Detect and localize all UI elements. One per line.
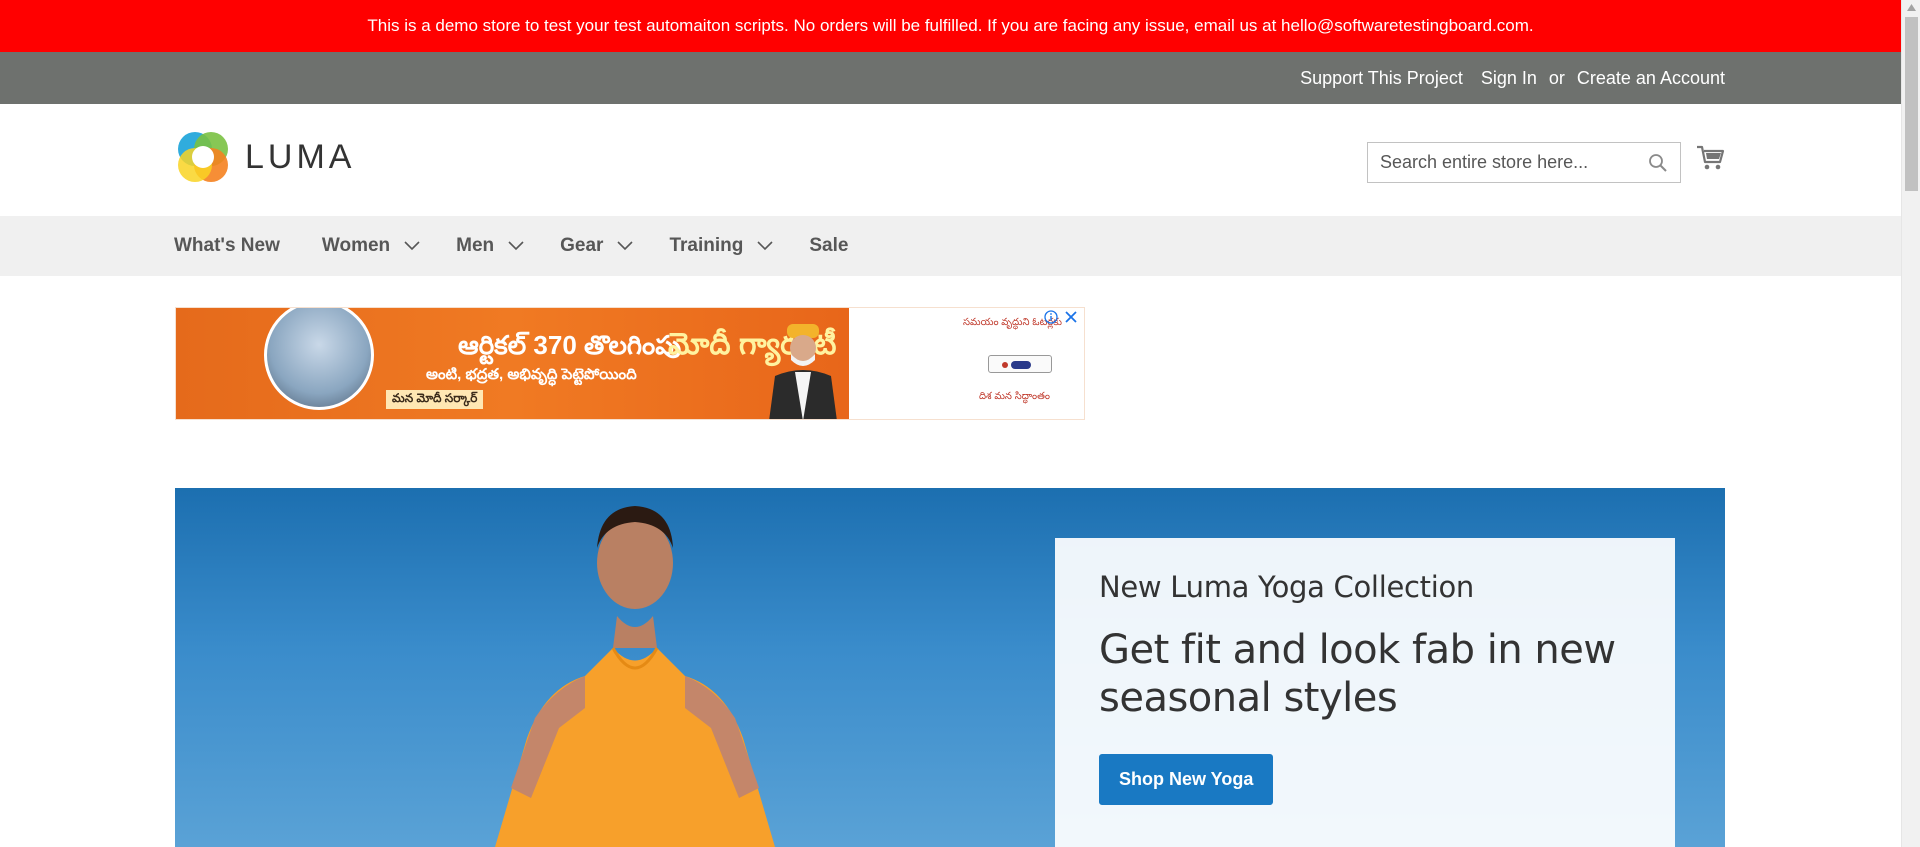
nav-item-label: Sale (809, 235, 849, 256)
demo-notice-text: This is a demo store to test your test a… (367, 16, 1534, 35)
chevron-down-icon (757, 241, 773, 251)
nav-item-gear[interactable]: Gear (560, 235, 634, 257)
utility-links: Support This Project Sign In or Create a… (1300, 52, 1725, 104)
support-project-link[interactable]: Support This Project (1300, 68, 1463, 89)
demo-notice-bar: This is a demo store to test your test a… (0, 0, 1901, 52)
chevron-down-icon (617, 241, 634, 251)
nav-item-training[interactable]: Training (669, 235, 773, 257)
ad-line-2: అంటి, భద్రత, అభివృద్ధి పెట్టెపోయింది (426, 366, 637, 383)
cart-icon[interactable] (1696, 143, 1726, 173)
nav-item-sale[interactable]: Sale (809, 235, 848, 257)
create-account-link[interactable]: Create an Account (1577, 68, 1725, 89)
logo[interactable]: LUMA (175, 129, 355, 185)
nav-item-label: Men (456, 235, 495, 256)
ad-cta-graphic (1002, 361, 1031, 369)
luma-logo-icon (178, 132, 228, 182)
search-input[interactable] (1368, 143, 1680, 182)
scroll-up-arrow-icon[interactable] (1907, 4, 1916, 11)
chevron-down-icon (404, 241, 420, 251)
utility-bar: Support This Project Sign In or Create a… (0, 52, 1901, 104)
hero-subtitle: New Luma Yoga Collection (1099, 570, 1474, 604)
nav-items: What's New Women Men Gear Training Sale (174, 216, 890, 276)
search-box (1367, 142, 1681, 183)
ad-photo-circle (264, 308, 374, 410)
ad-creative[interactable]: ఆర్టికల్ 370 తొలగింపు అంటి, భద్రత, అభివృ… (176, 308, 849, 419)
hero-yoga-model-image (495, 506, 775, 847)
search-icon[interactable] (1648, 153, 1668, 173)
hero-content-panel: New Luma Yoga Collection Get fit and loo… (1055, 538, 1675, 847)
hero-banner: New Luma Yoga Collection Get fit and loo… (175, 488, 1725, 847)
nav-item-label: Gear (560, 235, 604, 256)
ad-cta-button[interactable] (988, 355, 1052, 373)
page: This is a demo store to test your test a… (0, 0, 1920, 847)
scrollbar-thumb[interactable] (1905, 17, 1918, 191)
header: LUMA (0, 104, 1901, 216)
close-icon[interactable] (1064, 310, 1078, 324)
or-separator: or (1548, 67, 1565, 88)
ad-right-sub: దిశ మన సిద్ధాంతం (979, 391, 1050, 402)
ad-headline: ఆర్టికల్ 370 తొలగింపు (458, 330, 682, 360)
ad-line-3: మన మోదీ సర్కార్ (386, 390, 484, 409)
ad-person-image (769, 324, 837, 419)
info-icon[interactable] (1044, 310, 1058, 324)
nav-item-label: Training (669, 235, 744, 256)
vertical-scrollbar[interactable] (1901, 0, 1920, 847)
sign-in-link[interactable]: Sign In (1481, 68, 1537, 89)
nav-item-men[interactable]: Men (456, 235, 524, 257)
ad-banner[interactable]: ఆర్టికల్ 370 తొలగింపు అంటి, భద్రత, అభివృ… (175, 307, 1085, 420)
nav-item-label: What's New (174, 235, 280, 256)
nav-item-label: Women (321, 235, 391, 256)
nav-item-women[interactable]: Women (322, 235, 420, 257)
nav-item-whats-new[interactable]: What's New (174, 235, 280, 257)
logo-text: LUMA (245, 137, 356, 176)
shop-new-yoga-button[interactable]: Shop New Yoga (1099, 754, 1274, 805)
main-navigation: What's New Women Men Gear Training Sale (0, 216, 1901, 276)
hero-title: Get fit and look fab in new seasonal sty… (1099, 627, 1616, 721)
chevron-down-icon (508, 241, 524, 251)
